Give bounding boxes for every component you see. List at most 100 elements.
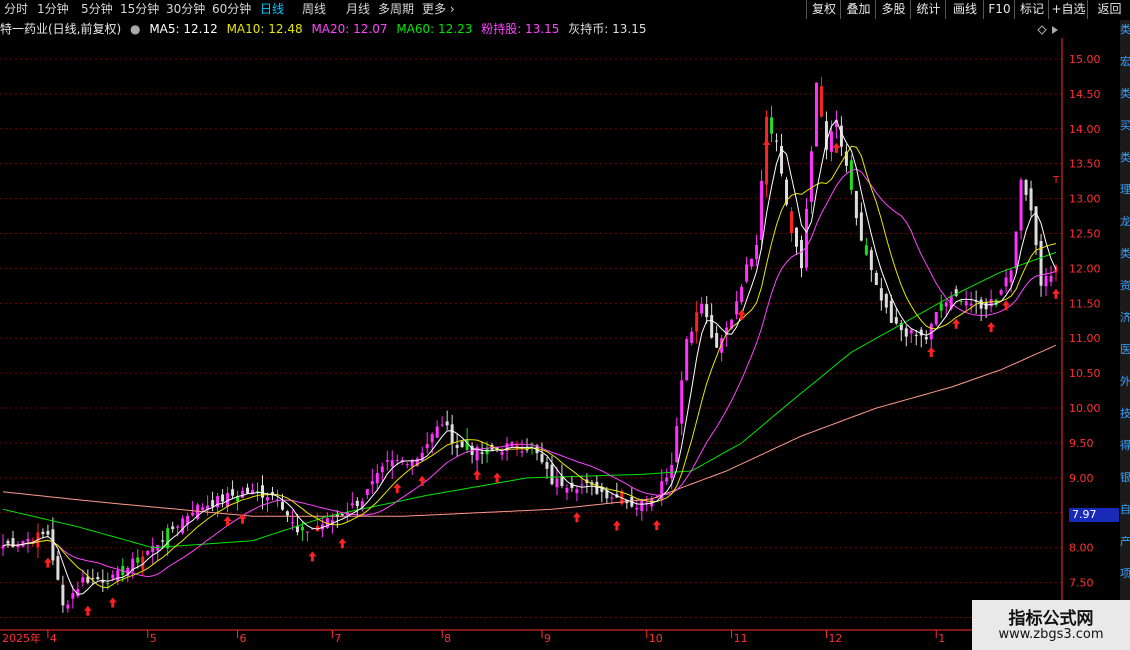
- candle-body: [26, 538, 30, 542]
- candle-body: [405, 464, 409, 466]
- y-tick-label: 11.50: [1069, 297, 1101, 310]
- toolbar-button-3[interactable]: 统计: [910, 0, 946, 19]
- candle-body: [580, 484, 584, 486]
- candle-body: [740, 286, 744, 302]
- period-tab-2[interactable]: 5分钟: [81, 0, 113, 19]
- candle-body: [510, 442, 514, 447]
- candle-body: [121, 565, 125, 576]
- candle-body: [335, 514, 339, 517]
- y-tick-label: 15.00: [1069, 53, 1101, 66]
- toolbar-button-6[interactable]: 标记: [1014, 0, 1049, 19]
- candle-body: [874, 272, 878, 286]
- toolbar-button-2[interactable]: 多股: [875, 0, 911, 19]
- candle-body: [894, 317, 898, 324]
- candle-body: [126, 567, 130, 576]
- period-tab-1[interactable]: 1分钟: [37, 0, 69, 19]
- candle-body: [565, 487, 569, 493]
- candle-body: [410, 459, 414, 467]
- candle-body: [605, 490, 609, 499]
- buy-signal-arrow: [43, 557, 52, 568]
- kline-chart[interactable]: 15.00 14.50 14.00 13.50 13.00 12.50 12.00 11.50…: [0, 0, 1130, 650]
- candle-body: [989, 299, 993, 307]
- candle-body: [151, 545, 155, 553]
- candle-body: [785, 179, 789, 205]
- settings-icon[interactable]: ●: [130, 22, 140, 36]
- right-side-panel[interactable]: 类宏类买类理龙类资济医外技得银自产项顶: [1120, 20, 1130, 630]
- side-panel-char: 技: [1120, 407, 1130, 420]
- candle-body: [300, 526, 304, 531]
- candle-body: [41, 531, 45, 535]
- y-tick-label: 13.50: [1069, 158, 1101, 171]
- candle-body: [919, 329, 923, 336]
- y-tick-label: 13.00: [1069, 193, 1101, 206]
- side-panel-char: 资: [1120, 279, 1130, 292]
- signal-marker-t: T: [1052, 175, 1060, 186]
- side-panel-char: 银: [1120, 471, 1130, 484]
- candle-body: [645, 502, 649, 504]
- toolbar-button-1[interactable]: 叠加: [840, 0, 876, 19]
- candle-body: [320, 524, 324, 530]
- period-tab-0[interactable]: 分时: [4, 0, 28, 19]
- buy-signal-arrow: [1002, 300, 1011, 311]
- candle-body: [196, 504, 200, 519]
- buy-signal-arrow: [238, 513, 247, 524]
- candle-body: [630, 496, 634, 507]
- candle-body: [201, 507, 205, 511]
- candle-body: [101, 580, 105, 583]
- candle-body: [166, 528, 170, 549]
- side-panel-char: 外: [1120, 375, 1130, 388]
- toolbar-button-4[interactable]: 画线: [945, 0, 984, 19]
- candle-body: [425, 444, 429, 449]
- buy-signal-arrow: [762, 139, 771, 150]
- candle-body: [660, 481, 664, 501]
- side-panel-char: 得: [1120, 439, 1130, 452]
- toolbar-button-7[interactable]: +自选: [1048, 0, 1088, 19]
- candle-body: [315, 525, 319, 532]
- candle-body: [974, 300, 978, 302]
- candle-body: [136, 557, 140, 563]
- period-tab-8[interactable]: 月线: [346, 0, 370, 19]
- stock-name[interactable]: 特一药业(日线,前复权): [0, 22, 121, 36]
- buy-signal-arrow: [1052, 288, 1061, 299]
- period-tab-10[interactable]: 更多 ›: [422, 0, 455, 19]
- x-month-label: 1: [938, 632, 945, 645]
- x-month-label: 7: [334, 632, 341, 645]
- toolbar-button-5[interactable]: F10: [983, 0, 1015, 19]
- candle-body: [949, 295, 953, 309]
- buy-signal-arrow: [572, 512, 581, 523]
- candle-body: [1004, 277, 1008, 287]
- side-panel-char: 类: [1120, 23, 1130, 36]
- x-month-label: 9: [544, 632, 551, 645]
- candle-body: [181, 518, 185, 534]
- period-tab-3[interactable]: 15分钟: [120, 0, 159, 19]
- candle-body: [146, 551, 150, 555]
- candle-body: [490, 444, 494, 450]
- toolbar-button-0[interactable]: 复权: [806, 0, 841, 19]
- candle-body: [445, 421, 449, 426]
- ma5-value: MA5: 12.12: [149, 22, 218, 36]
- period-tab-4[interactable]: 30分钟: [166, 0, 205, 19]
- candle-body: [56, 556, 60, 580]
- buy-signal-arrow: [987, 322, 996, 333]
- grey-coin-value: 灰持币: 13.15: [568, 22, 647, 36]
- toolbar-button-8[interactable]: 返回: [1087, 0, 1130, 19]
- candle-body: [470, 445, 474, 455]
- candle-body: [266, 497, 269, 501]
- buy-signal-arrow: [338, 538, 347, 549]
- candle-body: [520, 451, 524, 453]
- period-tab-9[interactable]: 多周期: [378, 0, 414, 19]
- period-tab-6[interactable]: 日线: [260, 0, 284, 19]
- side-panel-char: 买: [1120, 119, 1130, 132]
- candle-body: [111, 574, 115, 579]
- candle-body: [824, 121, 828, 150]
- watermark-url: www.zbgs3.com: [998, 627, 1104, 642]
- side-panel-char: 产: [1120, 535, 1130, 548]
- candle-body: [600, 487, 604, 492]
- y-tick-label: 9.50: [1069, 437, 1094, 450]
- period-tab-5[interactable]: 60分钟: [212, 0, 251, 19]
- ma60-value: MA60: 12.23: [396, 22, 473, 36]
- period-tab-7[interactable]: 周线: [302, 0, 326, 19]
- candle-body: [1039, 240, 1043, 286]
- candle-body: [465, 440, 469, 450]
- candle-body: [839, 125, 843, 147]
